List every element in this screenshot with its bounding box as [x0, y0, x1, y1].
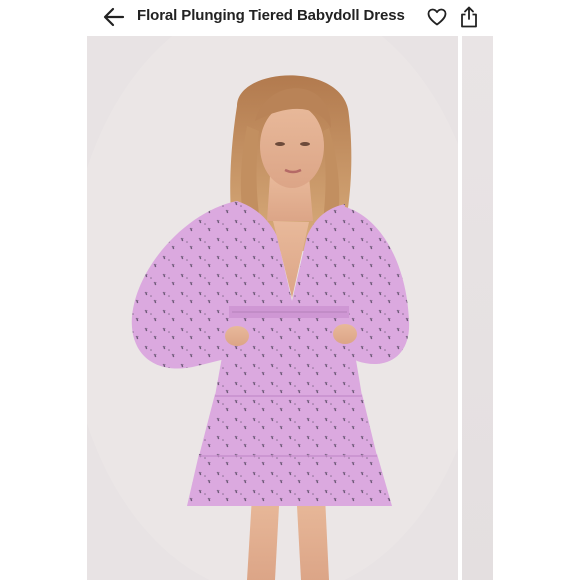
- next-product-photo[interactable]: [462, 36, 493, 580]
- listing-screen: Floral Plunging Tiered Babydoll Dress: [0, 0, 580, 580]
- left-margin: [0, 0, 87, 580]
- share-button[interactable]: [456, 3, 482, 31]
- model-in-dress-image: [87, 36, 458, 580]
- share-icon: [461, 6, 477, 28]
- heart-outline-icon: [427, 8, 447, 26]
- page-title: Floral Plunging Tiered Babydoll Dress: [137, 7, 405, 24]
- arrow-left-icon: [103, 7, 125, 27]
- product-photo[interactable]: [87, 36, 458, 580]
- back-button[interactable]: [100, 3, 128, 31]
- right-margin: [493, 0, 580, 580]
- like-button[interactable]: [424, 4, 450, 30]
